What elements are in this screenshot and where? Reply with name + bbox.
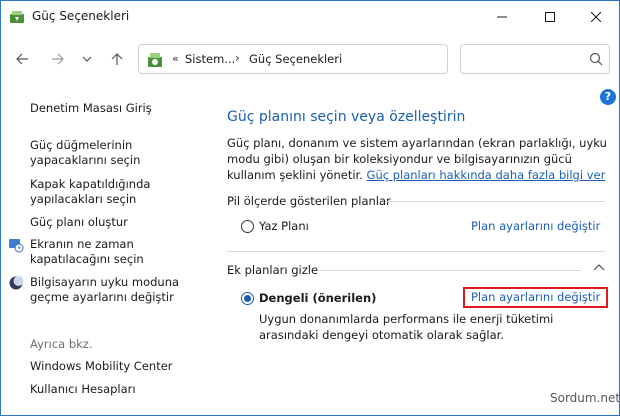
plan-name-yaz[interactable]: Yaz Planı (259, 219, 309, 233)
learn-more-link[interactable]: Güç planları hakkında daha fazla bilgi v… (367, 168, 606, 182)
up-button[interactable] (107, 49, 127, 69)
breadcrumb-overflow-chevron[interactable]: « (172, 52, 179, 65)
minimize-icon (497, 16, 507, 18)
close-icon (591, 12, 601, 22)
help-icon[interactable]: ? (600, 89, 616, 105)
recent-locations-button[interactable] (77, 49, 97, 69)
sidebar-item-mobility-center[interactable]: Windows Mobility Center (30, 359, 173, 374)
control-panel-icon (148, 53, 162, 67)
section-divider (319, 270, 581, 271)
arrow-right-icon (52, 53, 64, 65)
close-button[interactable] (573, 1, 619, 33)
hide-additional-plans-toggle[interactable]: Ek planları gizle (227, 263, 318, 277)
forward-button[interactable] (48, 49, 68, 69)
power-options-app-icon (10, 11, 24, 23)
window-title: Güç Seçenekleri (32, 9, 130, 23)
page-title: Güç planını seçin veya özelleştirin (227, 109, 466, 125)
sidebar-item-display-off[interactable]: Ekranın ne zaman kapatılacağını seçin (30, 237, 180, 267)
sidebar-item-create-plan[interactable]: Güç planı oluştur (30, 215, 128, 230)
title-bar: Güç Seçenekleri (1, 1, 619, 33)
minimize-button[interactable] (479, 1, 525, 33)
breadcrumb-sistem[interactable]: Sistem... (185, 52, 235, 66)
sidebar-item-lid-close[interactable]: Kapak kapatıldığında yapılacakları seçin (30, 177, 180, 207)
power-options-window: Güç Seçenekleri « Sistem... › Güç Seçene… (0, 0, 620, 416)
maximize-button[interactable] (527, 1, 573, 33)
address-bar[interactable]: « Sistem... › Güç Seçenekleri (138, 44, 448, 74)
plan-radio-yaz[interactable] (241, 220, 254, 233)
chevron-down-icon (82, 56, 92, 62)
breadcrumb-power-options[interactable]: Güç Seçenekleri (249, 52, 342, 66)
change-plan-settings-link-balanced[interactable]: Plan ayarlarını değiştir (463, 287, 609, 308)
navigation-bar: « Sistem... › Güç Seçenekleri (1, 39, 619, 79)
battery-plans-heading: Pil ölçerde gösterilen planlar (227, 194, 391, 208)
plan-description-balanced: Uygun donanımlarda performans ile enerji… (259, 312, 554, 342)
search-icon (589, 52, 603, 66)
see-also-heading: Ayrıca bkz. (30, 337, 93, 351)
back-button[interactable] (12, 49, 32, 69)
page-description: Güç planı, donanım ve sistem ayarlarında… (227, 135, 612, 183)
section-divider (227, 251, 605, 252)
breadcrumb-separator[interactable]: › (235, 51, 240, 65)
arrow-left-icon (16, 53, 28, 65)
sidebar-item-sleep-settings[interactable]: Bilgisayarın uyku moduna geçme ayarların… (30, 275, 205, 305)
section-divider (385, 201, 605, 202)
search-input[interactable] (460, 44, 610, 74)
plan-radio-balanced[interactable] (241, 292, 254, 305)
watermark: Sordum.net (550, 391, 620, 405)
maximize-icon (545, 12, 555, 22)
sidebar-item-user-accounts[interactable]: Kullanıcı Hesapları (30, 382, 136, 397)
chevron-up-icon[interactable] (593, 263, 605, 271)
change-plan-settings-link-yaz[interactable]: Plan ayarlarını değiştir (471, 219, 600, 233)
plan-name-balanced[interactable]: Dengeli (önerilen) (259, 291, 376, 305)
display-clock-icon (9, 239, 24, 253)
sidebar-item-control-panel-home[interactable]: Denetim Masası Giriş (30, 101, 152, 116)
moon-sleep-icon (9, 276, 24, 290)
sidebar-item-power-buttons[interactable]: Güç düğmelerinin yapacaklarını seçin (30, 138, 180, 168)
arrow-up-icon (111, 53, 123, 65)
